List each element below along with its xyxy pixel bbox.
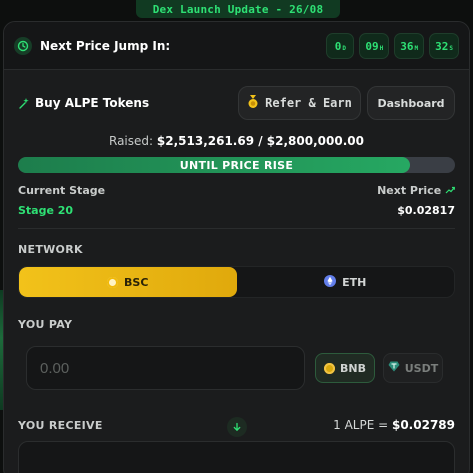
countdown-bar: Next Price Jump In: 0D 09 H 36 M 32 S xyxy=(4,22,469,70)
pay-amount-placeholder: 0.00 xyxy=(40,359,70,377)
receive-amount-input[interactable] xyxy=(18,441,455,473)
presale-card: Next Price Jump In: 0D 09 H 36 M 32 S Bu… xyxy=(3,21,470,473)
pay-row: 0.00 BNB USDT xyxy=(26,346,455,390)
launch-banner[interactable]: Dex Launch Update - 26/08 xyxy=(136,0,340,18)
buy-header: Buy ALPE Tokens Refer & Earn Dashboard xyxy=(18,85,455,121)
next-price-value: $0.02817 xyxy=(397,204,455,217)
you-receive-label: YOU RECEIVE xyxy=(18,418,103,432)
countdown-unit: S xyxy=(449,44,453,52)
exchange-rate: 1 ALPE = $0.02789 xyxy=(333,418,455,432)
current-stage-label: Current Stage xyxy=(18,184,106,197)
next-price-label-wrap: Next Price xyxy=(377,184,455,197)
token-bnb-button[interactable]: BNB xyxy=(315,353,375,383)
countdown-value: 0 xyxy=(334,39,342,53)
stage-info: Current Stage Stage 20 Next Price $0.028… xyxy=(18,184,455,217)
pay-amount-input[interactable]: 0.00 xyxy=(26,346,305,390)
section-divider xyxy=(18,228,455,229)
buy-title: Buy ALPE Tokens xyxy=(35,96,150,110)
raised-amount: $2,513,261.69 / $2,800,000.00 xyxy=(156,134,364,148)
rate-prefix: 1 ALPE = xyxy=(333,418,392,432)
countdown-minutes: 36 M xyxy=(394,32,425,59)
countdown-boxes: 0D 09 H 36 M 32 S xyxy=(326,32,459,59)
refer-earn-button[interactable]: Refer & Earn xyxy=(238,86,361,120)
raised-label: Raised: xyxy=(109,134,154,148)
current-stage-value: Stage 20 xyxy=(18,204,74,217)
countdown-unit: D xyxy=(342,44,346,52)
countdown-value: 32 xyxy=(435,39,449,53)
network-option-bsc[interactable]: BSC xyxy=(19,267,237,297)
trend-up-icon xyxy=(445,184,455,197)
raised-summary: Raised: $2,513,261.69 / $2,800,000.00 xyxy=(18,134,455,148)
countdown-unit: H xyxy=(379,44,384,52)
countdown-hours: 09 H xyxy=(359,32,390,59)
countdown-label: Next Price Jump In: xyxy=(40,38,171,53)
dashboard-label: Dashboard xyxy=(377,96,445,110)
network-option-eth[interactable]: ETH xyxy=(237,267,455,297)
dashboard-button[interactable]: Dashboard xyxy=(367,86,455,120)
usdt-coin-icon xyxy=(388,361,400,375)
progress-text: UNTIL PRICE RISE xyxy=(179,158,294,172)
receive-header: YOU RECEIVE 1 ALPE = $0.02789 xyxy=(18,418,455,432)
you-pay-label: YOU PAY xyxy=(18,318,73,331)
network-label: NETWORK xyxy=(18,243,83,256)
token-label: USDT xyxy=(404,361,439,375)
countdown-unit: M xyxy=(414,44,419,52)
refer-earn-label: Refer & Earn xyxy=(265,96,352,110)
sale-progress-bar: UNTIL PRICE RISE xyxy=(18,157,455,173)
token-label: BNB xyxy=(340,361,366,375)
network-selector: BSC ETH xyxy=(18,266,455,298)
countdown-days: 0D xyxy=(326,32,355,59)
network-option-label: BSC xyxy=(124,275,149,289)
countdown-seconds: 32 S xyxy=(429,32,459,59)
rate-value: $0.02789 xyxy=(391,418,455,432)
medal-icon xyxy=(247,94,259,112)
bnb-coin-icon xyxy=(107,276,119,288)
next-price-label: Next Price xyxy=(377,184,442,197)
countdown-value: 36 xyxy=(400,39,414,53)
token-usdt-button[interactable]: USDT xyxy=(383,353,443,383)
network-option-label: ETH xyxy=(342,275,367,289)
bnb-coin-icon xyxy=(324,362,335,374)
banner-text[interactable]: Dex Launch Update - 26/08 xyxy=(153,3,324,16)
sparkle-icon xyxy=(18,94,30,113)
clock-icon xyxy=(14,36,32,55)
eth-coin-icon xyxy=(324,274,337,290)
countdown-value: 09 xyxy=(365,39,379,53)
